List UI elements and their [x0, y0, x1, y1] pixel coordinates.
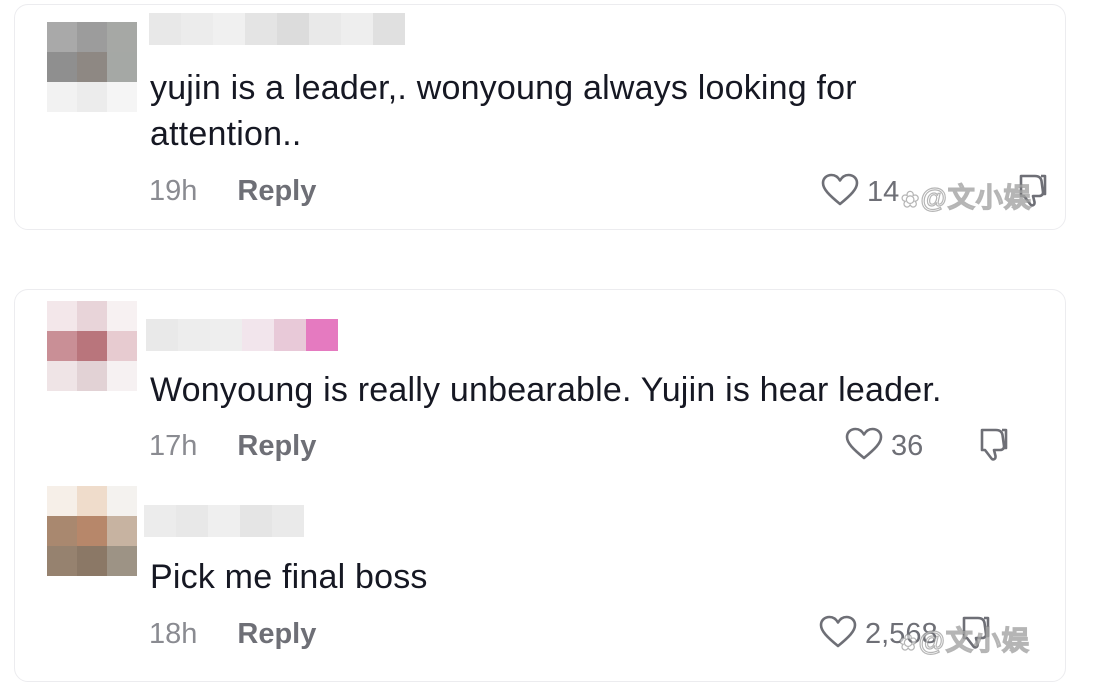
avatar-pixel	[107, 486, 137, 516]
username-pixel	[144, 505, 176, 537]
avatar-pixel	[107, 361, 137, 391]
avatar[interactable]	[47, 22, 137, 112]
username-pixel	[210, 319, 242, 351]
username-redacted[interactable]	[144, 505, 304, 537]
avatar-pixel	[47, 82, 77, 112]
avatar[interactable]	[47, 486, 137, 576]
username-pixel	[373, 13, 405, 45]
comment-actions: 2,568	[819, 612, 992, 656]
username-pixel	[274, 319, 306, 351]
like-button[interactable]: 36	[845, 427, 923, 466]
username-pixel	[306, 319, 338, 351]
username-pixel	[341, 13, 373, 45]
username-pixel	[213, 13, 245, 45]
username-pixel	[309, 13, 341, 45]
timestamp: 19h	[149, 174, 198, 207]
username-pixel	[208, 505, 240, 537]
avatar-pixel	[47, 486, 77, 516]
comment-meta: 17h Reply	[149, 426, 316, 466]
avatar-pixel	[107, 546, 137, 576]
reply-button[interactable]: Reply	[237, 175, 316, 208]
timestamp: 17h	[149, 429, 198, 462]
username-redacted[interactable]	[149, 13, 405, 45]
thumbs-down-icon[interactable]	[978, 426, 1010, 467]
avatar-pixel	[77, 52, 107, 82]
like-button[interactable]: 2,568	[819, 615, 938, 654]
avatar-pixel	[107, 331, 137, 361]
username-pixel	[245, 13, 277, 45]
username-pixel	[242, 319, 274, 351]
like-count: 2,568	[865, 617, 938, 650]
avatar-pixel	[47, 301, 77, 331]
avatar-pixel	[47, 22, 77, 52]
thumbs-down-icon[interactable]	[1017, 172, 1049, 213]
avatar-pixel	[77, 301, 107, 331]
heart-outline-icon	[845, 427, 883, 466]
username-pixel	[181, 13, 213, 45]
avatar-pixel	[107, 516, 137, 546]
comment-meta: 19h Reply	[149, 171, 316, 211]
username-pixel	[277, 13, 309, 45]
heart-outline-icon	[821, 173, 859, 212]
avatar-pixel	[77, 516, 107, 546]
like-count: 14	[867, 175, 900, 208]
avatar-pixel	[77, 331, 107, 361]
comment-text: Wonyoung is really unbearable. Yujin is …	[150, 371, 942, 409]
avatar-pixel	[47, 331, 77, 361]
comment-actions: 14	[821, 170, 1049, 214]
username-redacted[interactable]	[146, 319, 338, 351]
avatar-pixel	[107, 301, 137, 331]
avatar-pixel	[47, 546, 77, 576]
like-button[interactable]: 14	[821, 173, 899, 212]
username-pixel	[178, 319, 210, 351]
avatar[interactable]	[47, 301, 137, 391]
comment-text: Pick me final boss	[150, 558, 428, 596]
reply-button[interactable]: Reply	[237, 618, 316, 651]
comment-meta: 18h Reply	[149, 614, 316, 654]
timestamp: 18h	[149, 617, 198, 650]
avatar-pixel	[107, 52, 137, 82]
avatar-pixel	[47, 516, 77, 546]
avatar-pixel	[77, 546, 107, 576]
avatar-pixel	[77, 82, 107, 112]
avatar-pixel	[107, 82, 137, 112]
avatar-pixel	[77, 22, 107, 52]
thumbs-down-icon[interactable]	[960, 614, 992, 655]
username-pixel	[240, 505, 272, 537]
comment-card: yujin is a leader,. wonyoung always look…	[14, 4, 1066, 230]
comment-text: yujin is a leader,. wonyoung always look…	[150, 65, 857, 157]
username-pixel	[176, 505, 208, 537]
username-pixel	[272, 505, 304, 537]
avatar-pixel	[107, 22, 137, 52]
avatar-pixel	[77, 361, 107, 391]
reply-button[interactable]: Reply	[237, 430, 316, 463]
comment-text-line: attention..	[150, 115, 302, 153]
username-pixel	[149, 13, 181, 45]
like-count: 36	[891, 429, 924, 462]
username-pixel	[146, 319, 178, 351]
heart-outline-icon	[819, 615, 857, 654]
avatar-pixel	[77, 486, 107, 516]
avatar-pixel	[47, 361, 77, 391]
comment-card: Wonyoung is really unbearable. Yujin is …	[14, 289, 1066, 682]
avatar-pixel	[47, 52, 77, 82]
comment-actions: 36	[845, 424, 1010, 468]
comment-text-line: yujin is a leader,. wonyoung always look…	[150, 69, 857, 107]
